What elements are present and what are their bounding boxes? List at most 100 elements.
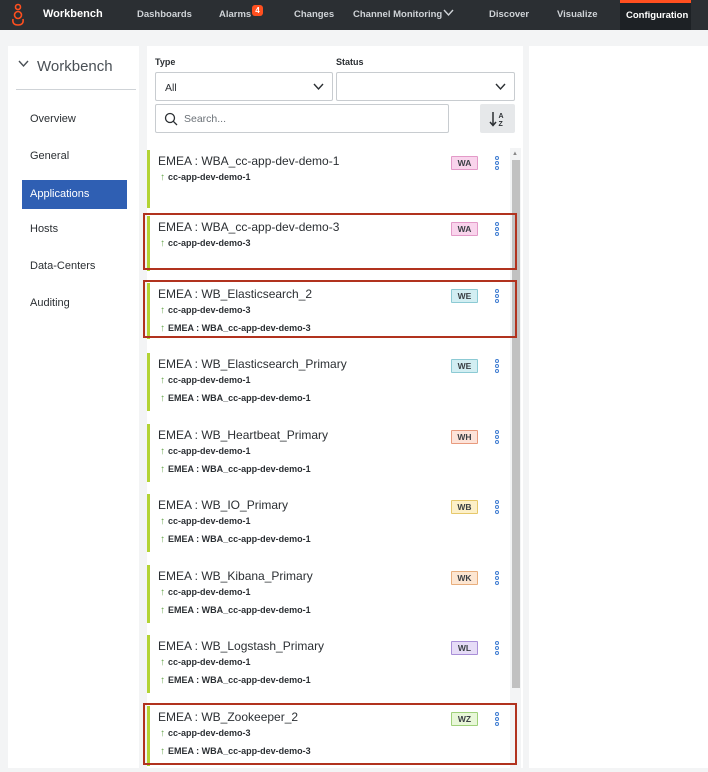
arrow-up-icon: ↑ — [160, 393, 165, 404]
nav-channel-monitoring[interactable]: Channel Monitoring — [353, 9, 442, 20]
card-host: ↑ cc-app-dev-demo-1 — [160, 375, 251, 386]
arrow-up-icon: ↑ — [160, 238, 165, 249]
search-field[interactable] — [155, 104, 449, 133]
card-sub-label: EMEA : WBA_cc-app-dev-demo-3 — [168, 746, 311, 756]
chevron-down-icon[interactable] — [18, 60, 29, 68]
app-type-tag: WA — [451, 222, 478, 236]
application-card[interactable]: EMEA : WB_Kibana_Primary ↑ cc-app-dev-demo… — [147, 565, 510, 623]
card-sub-label: cc-app-dev-demo-1 — [168, 375, 251, 385]
app-type-tag: WB — [451, 500, 478, 514]
card-title: EMEA : WBA_cc-app-dev-demo-3 — [158, 220, 340, 234]
sidebar-item-applications[interactable]: Applications — [22, 180, 127, 209]
kebab-menu-icon[interactable] — [495, 222, 501, 238]
arrow-up-icon: ↑ — [160, 728, 165, 739]
kebab-menu-icon[interactable] — [495, 641, 501, 657]
svg-text:Z: Z — [499, 121, 504, 128]
sidebar-item-hosts[interactable]: Hosts — [30, 223, 58, 235]
card-sub-label: EMEA : WBA_cc-app-dev-demo-3 — [168, 323, 311, 333]
details-panel — [529, 46, 708, 768]
sidebar-item-overview[interactable]: Overview — [30, 113, 76, 125]
kebab-menu-icon[interactable] — [495, 289, 501, 305]
nav-configuration-label: Configuration — [626, 10, 689, 21]
arrow-up-icon: ↑ — [160, 172, 165, 183]
app-type-tag: WA — [451, 156, 478, 170]
sidebar-section-title[interactable]: Workbench — [37, 58, 113, 75]
kebab-menu-icon[interactable] — [495, 571, 501, 587]
card-host: ↑ cc-app-dev-demo-1 — [160, 657, 251, 668]
card-sub-label: cc-app-dev-demo-1 — [168, 657, 251, 667]
arrow-up-icon: ↑ — [160, 446, 165, 457]
card-sub-label: EMEA : WBA_cc-app-dev-demo-1 — [168, 393, 311, 403]
card-parent-app: ↑ EMEA : WBA_cc-app-dev-demo-1 — [160, 534, 311, 545]
scrollbar-thumb[interactable] — [512, 160, 520, 688]
card-sub-label: cc-app-dev-demo-3 — [168, 238, 251, 248]
status-filter-label: Status — [336, 57, 364, 67]
card-host: ↑ cc-app-dev-demo-3 — [160, 238, 251, 249]
type-select[interactable]: All — [155, 72, 333, 101]
application-card[interactable]: EMEA : WB_Elasticsearch_Primary ↑ cc-app-d… — [147, 353, 510, 411]
kebab-menu-icon[interactable] — [495, 430, 501, 446]
arrow-up-icon: ↑ — [160, 675, 165, 686]
card-title: EMEA : WBA_cc-app-dev-demo-1 — [158, 154, 340, 168]
application-card[interactable]: EMEA : WB_Elasticsearch_2 ↑ cc-app-dev-dem… — [147, 283, 510, 339]
card-title: EMEA : WB_Elasticsearch_Primary — [158, 357, 347, 371]
application-card[interactable]: EMEA : WB_Heartbeat_Primary ↑ cc-app-dev-d… — [147, 424, 510, 482]
app-type-tag: WH — [451, 430, 478, 444]
card-host: ↑ cc-app-dev-demo-1 — [160, 172, 251, 183]
card-parent-app: ↑ EMEA : WBA_cc-app-dev-demo-3 — [160, 323, 311, 334]
app-type-tag: WE — [451, 289, 478, 303]
card-sub-label: cc-app-dev-demo-1 — [168, 172, 251, 182]
top-navbar: Workbench Dashboards Alarms 4 Changes Ch… — [0, 0, 708, 30]
search-icon — [164, 112, 178, 126]
kebab-menu-icon[interactable] — [495, 156, 501, 172]
nav-alarms[interactable]: Alarms — [219, 9, 251, 20]
application-card[interactable]: EMEA : WB_IO_Primary ↑ cc-app-dev-demo-1 ↑ E… — [147, 494, 510, 552]
sort-button[interactable]: A Z — [480, 104, 515, 133]
application-card[interactable]: EMEA : WBA_cc-app-dev-demo-1 ↑ cc-app-dev-… — [147, 150, 510, 208]
arrow-up-icon: ↑ — [160, 587, 165, 598]
card-host: ↑ cc-app-dev-demo-1 — [160, 446, 251, 457]
type-select-value: All — [165, 82, 177, 94]
card-title: EMEA : WB_Kibana_Primary — [158, 569, 313, 583]
arrow-up-icon: ↑ — [160, 605, 165, 616]
app-type-tag: WZ — [451, 712, 478, 726]
arrow-up-icon: ↑ — [160, 375, 165, 386]
search-input[interactable] — [184, 111, 439, 127]
card-host: ↑ cc-app-dev-demo-1 — [160, 516, 251, 527]
application-card[interactable]: EMEA : WBA_cc-app-dev-demo-3 ↑ cc-app-dev-… — [147, 216, 510, 271]
genesys-logo-icon[interactable] — [7, 3, 29, 27]
sidebar-item-data-centers[interactable]: Data-Centers — [30, 260, 95, 272]
nav-changes[interactable]: Changes — [294, 9, 334, 20]
status-select[interactable] — [336, 72, 515, 101]
card-parent-app: ↑ EMEA : WBA_cc-app-dev-demo-1 — [160, 605, 311, 616]
card-title: EMEA : WB_Logstash_Primary — [158, 639, 325, 653]
sidebar-item-general[interactable]: General — [30, 150, 69, 162]
app-title[interactable]: Workbench — [43, 8, 103, 20]
card-sub-label: EMEA : WBA_cc-app-dev-demo-1 — [168, 464, 311, 474]
application-card[interactable]: EMEA : WB_Logstash_Primary ↑ cc-app-dev-de… — [147, 635, 510, 693]
sidebar-item-auditing[interactable]: Auditing — [30, 297, 70, 309]
arrow-up-icon: ↑ — [160, 464, 165, 475]
arrow-up-icon: ↑ — [160, 657, 165, 668]
card-parent-app: ↑ EMEA : WBA_cc-app-dev-demo-1 — [160, 464, 311, 475]
kebab-menu-icon[interactable] — [495, 359, 501, 375]
scroll-up-arrow-icon[interactable]: ▲ — [512, 151, 518, 157]
arrow-up-icon: ↑ — [160, 323, 165, 334]
nav-dashboards[interactable]: Dashboards — [137, 9, 192, 20]
card-sub-label: cc-app-dev-demo-3 — [168, 728, 251, 738]
sidebar-divider — [16, 89, 136, 90]
card-parent-app: ↑ EMEA : WBA_cc-app-dev-demo-1 — [160, 675, 311, 686]
card-parent-app: ↑ EMEA : WBA_cc-app-dev-demo-3 — [160, 746, 311, 757]
nav-visualize[interactable]: Visualize — [557, 9, 598, 20]
application-card[interactable]: EMEA : WB_Zookeeper_2 ↑ cc-app-dev-demo-3 ↑… — [147, 706, 510, 766]
chevron-down-icon[interactable] — [443, 9, 454, 17]
kebab-menu-icon[interactable] — [495, 500, 501, 516]
card-sub-label: EMEA : WBA_cc-app-dev-demo-1 — [168, 605, 311, 615]
app-type-tag: WL — [451, 641, 478, 655]
nav-discover[interactable]: Discover — [489, 9, 529, 20]
card-sub-label: cc-app-dev-demo-3 — [168, 305, 251, 315]
sidebar-item-label: Applications — [30, 188, 90, 200]
card-title: EMEA : WB_Zookeeper_2 — [158, 710, 299, 724]
kebab-menu-icon[interactable] — [495, 712, 501, 728]
nav-configuration[interactable]: Configuration — [620, 0, 691, 30]
